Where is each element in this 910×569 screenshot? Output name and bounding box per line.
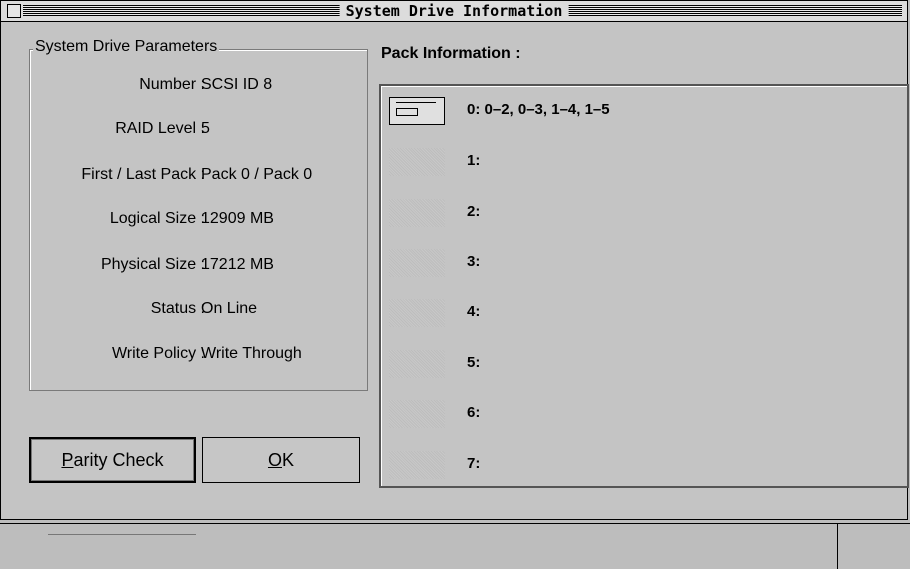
ok-button[interactable]: OK xyxy=(202,437,360,483)
status-bar-divider xyxy=(0,523,910,524)
pack-entry: 1: xyxy=(467,152,481,169)
param-value: 17212 MB xyxy=(201,256,274,273)
param-label: Write Policy : xyxy=(111,345,205,362)
close-box-icon[interactable] xyxy=(7,4,21,18)
pack-entry: 7: xyxy=(467,455,481,472)
status-bar-separator xyxy=(837,524,838,569)
empty-slot-icon xyxy=(389,350,445,378)
ok-mnemonic: O xyxy=(267,449,282,470)
pack-entry: 4: xyxy=(467,303,481,320)
pack-entry: 5: xyxy=(467,354,481,371)
param-value: On Line xyxy=(201,300,258,317)
param-value: Pack 0 / Pack 0 xyxy=(201,166,313,183)
pack-information-title: Pack Information : xyxy=(381,45,521,62)
pack-entry: 6: xyxy=(467,404,481,421)
param-value: Write Through xyxy=(201,345,302,362)
empty-slot-icon xyxy=(389,199,445,227)
group-title: System Drive Parameters xyxy=(33,38,220,56)
pack-information-list: 0: 0–2, 0–3, 1–4, 1–5 1: 2: 3: 4: 5: 6: … xyxy=(379,84,909,488)
status-bar-tab xyxy=(48,530,196,535)
ok-label: K xyxy=(282,449,295,470)
empty-slot-icon xyxy=(389,249,445,277)
param-value: 5 xyxy=(201,120,210,137)
pack-entry: 0: 0–2, 0–3, 1–4, 1–5 xyxy=(467,101,610,118)
param-label: RAID Level : xyxy=(115,120,205,137)
system-drive-window: System Drive Information System Drive Pa… xyxy=(0,0,909,520)
title-bar[interactable]: System Drive Information xyxy=(1,1,907,22)
parity-check-button[interactable]: Parity Check xyxy=(29,437,196,483)
empty-slot-icon xyxy=(389,299,445,327)
empty-slot-icon xyxy=(389,400,445,428)
parity-mnemonic: P xyxy=(61,449,74,470)
empty-slot-icon xyxy=(389,451,445,479)
param-label: Physical Size : xyxy=(100,256,205,273)
param-label: Number : xyxy=(139,76,205,93)
param-label: First / Last Pack : xyxy=(81,166,205,183)
pack-entry: 2: xyxy=(467,203,481,220)
drive-slot-icon[interactable] xyxy=(389,97,445,125)
param-value: SCSI ID 8 xyxy=(201,76,273,93)
param-label: Logical Size : xyxy=(109,210,205,227)
param-label: Status : xyxy=(150,300,205,317)
parity-label: arity Check xyxy=(73,449,164,470)
status-bar xyxy=(0,520,910,569)
window-title: System Drive Information xyxy=(339,2,569,20)
param-value: 12909 MB xyxy=(201,210,274,227)
empty-slot-icon xyxy=(389,148,445,176)
pack-entry: 3: xyxy=(467,253,481,270)
